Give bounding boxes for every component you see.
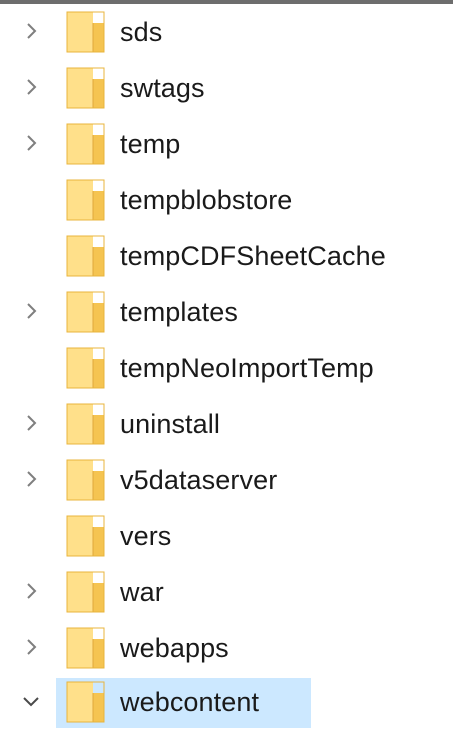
tree-item-tempcdfsheetcache[interactable]: tempCDFSheetCache xyxy=(0,228,453,284)
chevron-down-icon[interactable] xyxy=(20,690,42,712)
tree-item-label: sds xyxy=(120,17,163,47)
tree-item-v5dataserver[interactable]: v5dataserver xyxy=(0,452,453,508)
chevron-right-icon[interactable] xyxy=(20,132,42,154)
tree-item-label: templates xyxy=(120,297,238,327)
folder-icon xyxy=(66,67,106,109)
tree-item-temp[interactable]: temp xyxy=(0,116,453,172)
folder-icon xyxy=(66,403,106,445)
tree-item-label: war xyxy=(120,577,164,607)
tree-item-sds[interactable]: sds xyxy=(0,4,453,60)
chevron-right-icon[interactable] xyxy=(20,412,42,434)
tree-item-label: vers xyxy=(120,521,172,551)
chevron-right-icon[interactable] xyxy=(20,300,42,322)
chevron-right-icon[interactable] xyxy=(20,580,42,602)
tree-item-label: webcontent xyxy=(120,687,260,717)
tree-item-vers[interactable]: vers xyxy=(0,508,453,564)
folder-icon xyxy=(66,235,106,277)
folder-icon xyxy=(66,627,106,669)
tree-item-swtags[interactable]: swtags xyxy=(0,60,453,116)
tree-item-tempneoimporttemp[interactable]: tempNeoImportTemp xyxy=(0,340,453,396)
tree-item-uninstall[interactable]: uninstall xyxy=(0,396,453,452)
tree-item-webapps[interactable]: webapps xyxy=(0,620,453,676)
folder-icon xyxy=(66,459,106,501)
tree-item-label: webapps xyxy=(120,633,229,663)
tree-item-label: temp xyxy=(120,129,181,159)
folder-icon xyxy=(66,291,106,333)
tree-item-label: tempNeoImportTemp xyxy=(120,353,374,383)
folder-icon xyxy=(66,123,106,165)
tree-item-label: v5dataserver xyxy=(120,465,278,495)
tree-item-templates[interactable]: templates xyxy=(0,284,453,340)
chevron-right-icon[interactable] xyxy=(20,20,42,42)
folder-icon xyxy=(66,347,106,389)
tree-item-label: tempblobstore xyxy=(120,185,293,215)
tree-item-label: swtags xyxy=(120,73,205,103)
folder-icon xyxy=(66,179,106,221)
tree-item-war[interactable]: war xyxy=(0,564,453,620)
tree-item-label: uninstall xyxy=(120,409,220,439)
tree-item-tempblobstore[interactable]: tempblobstore xyxy=(0,172,453,228)
tree-item-label: tempCDFSheetCache xyxy=(120,241,386,271)
folder-icon xyxy=(66,681,106,723)
chevron-right-icon[interactable] xyxy=(20,636,42,658)
folder-icon xyxy=(66,515,106,557)
chevron-right-icon[interactable] xyxy=(20,76,42,98)
folder-tree: sds swtags temp tempblobstore tempCDFShe… xyxy=(0,4,453,729)
folder-icon xyxy=(66,571,106,613)
tree-item-webcontent[interactable]: webcontent xyxy=(0,674,453,730)
folder-icon xyxy=(66,11,106,53)
chevron-right-icon[interactable] xyxy=(20,468,42,490)
